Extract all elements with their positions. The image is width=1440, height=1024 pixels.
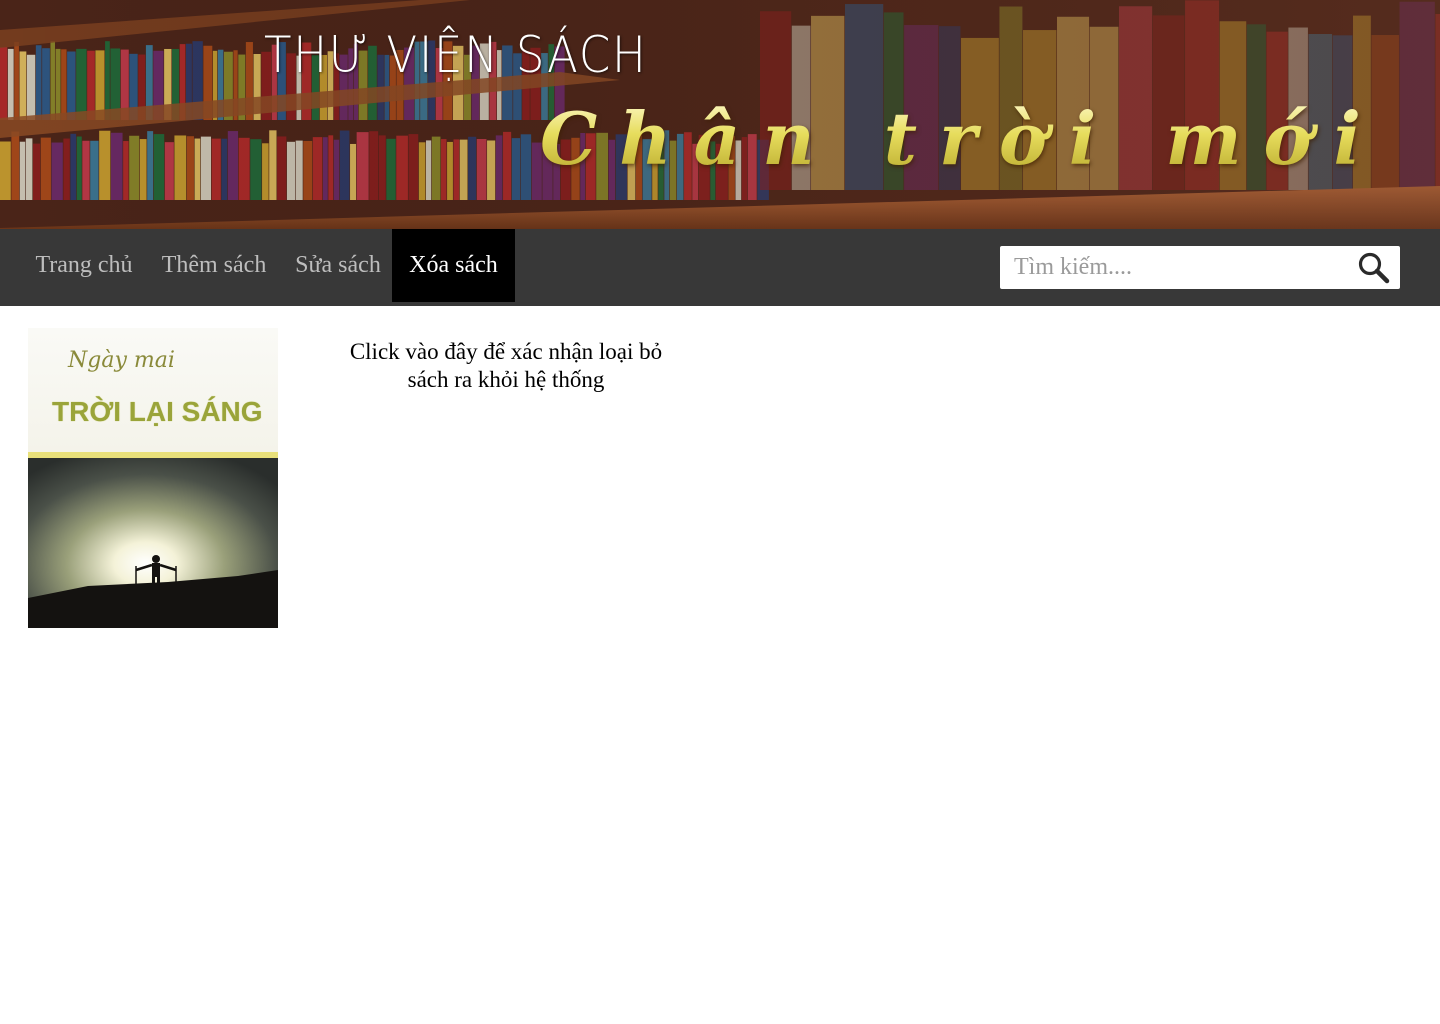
main-navigation: Trang chủ Thêm sách Sửa sách Xóa sách xyxy=(0,229,1440,306)
book-cover-image: Ngày mai TRỜI LẠI SÁNG xyxy=(28,328,278,628)
nav-item-delete-book[interactable]: Xóa sách xyxy=(392,229,515,302)
confirm-delete-link[interactable]: Click vào đây để xác nhận loại bỏ sách r… xyxy=(336,338,676,394)
nav-item-home[interactable]: Trang chủ xyxy=(20,229,148,302)
search-input[interactable] xyxy=(1000,246,1350,289)
search-bar xyxy=(1000,246,1400,289)
site-slogan: Chân trời mới xyxy=(540,96,1383,181)
cover-title: TRỜI LẠI SÁNG xyxy=(52,396,263,427)
site-title: THƯ VIỆN SÁCH xyxy=(264,26,648,84)
nav-item-add-book[interactable]: Thêm sách xyxy=(150,229,278,302)
search-icon xyxy=(1358,252,1390,284)
search-button[interactable] xyxy=(1356,250,1392,286)
cover-illustration xyxy=(28,458,278,628)
cover-title-area xyxy=(28,328,278,452)
nav-item-edit-book[interactable]: Sửa sách xyxy=(284,229,392,302)
header-banner: THƯ VIỆN SÁCH Chân trời mới xyxy=(0,0,1440,229)
cover-subtitle: Ngày mai xyxy=(68,348,175,373)
